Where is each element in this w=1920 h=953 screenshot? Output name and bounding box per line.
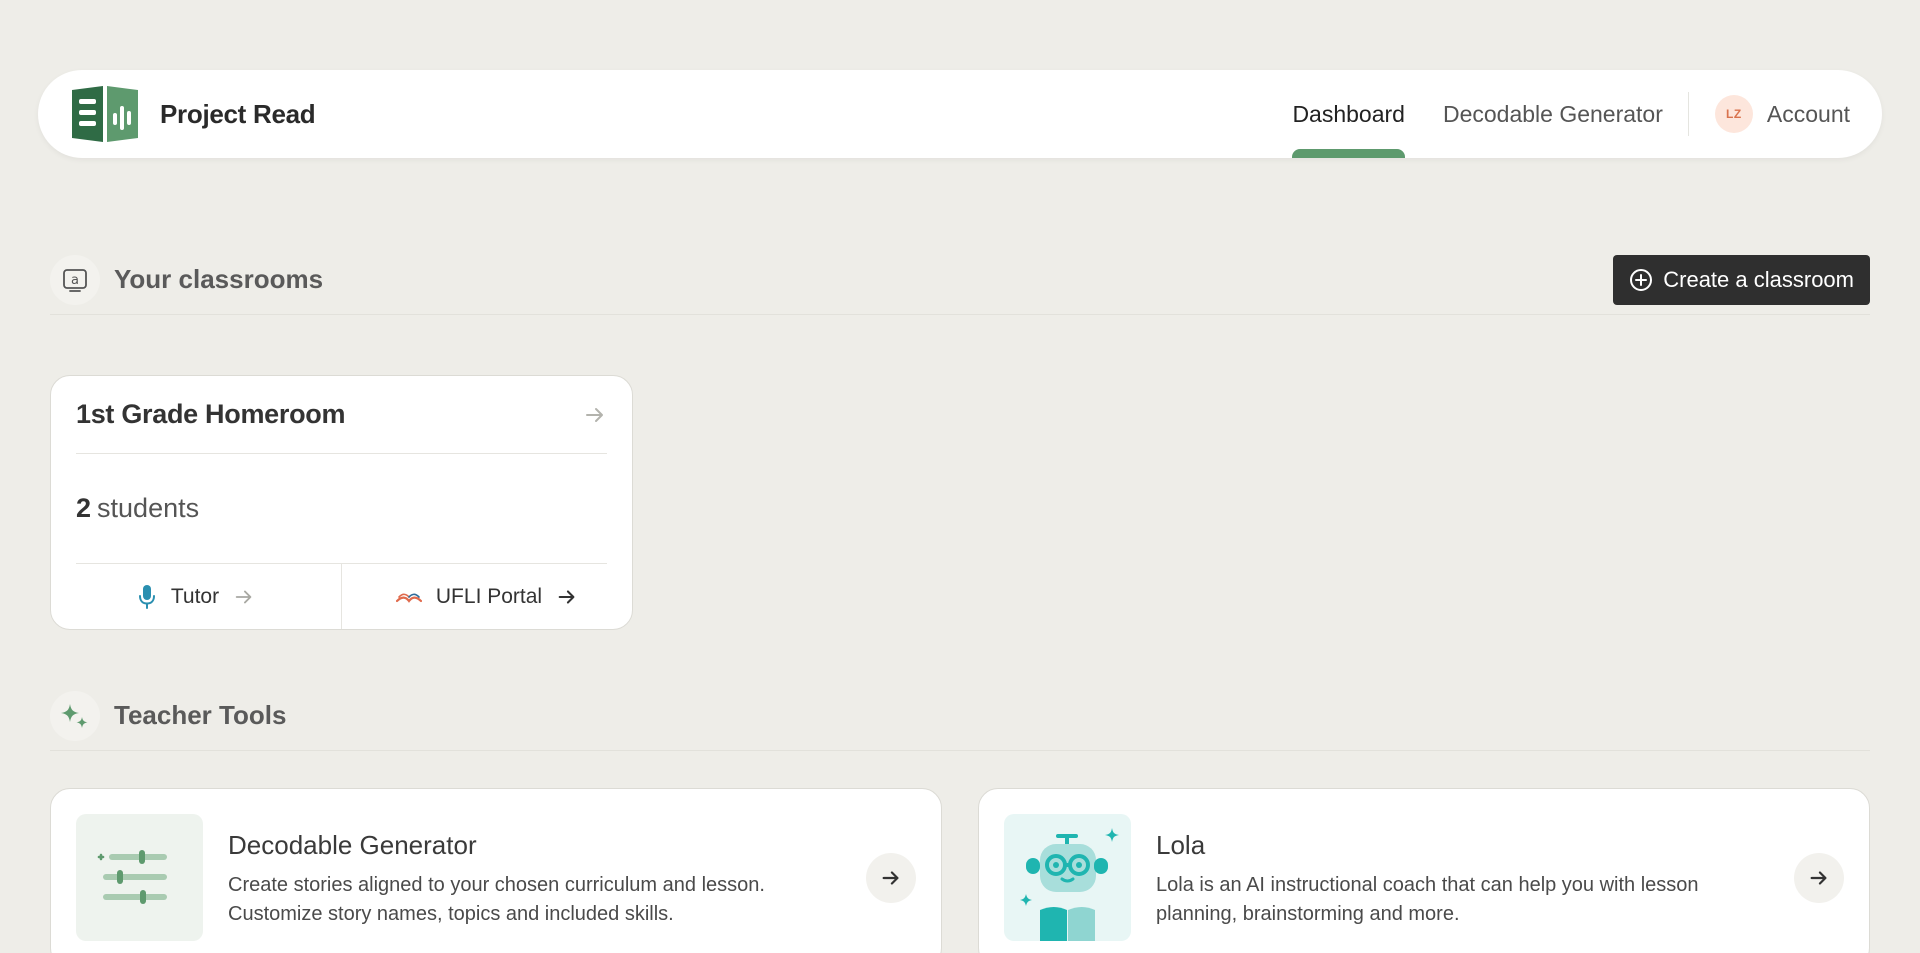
- student-count-number: 2: [76, 493, 92, 523]
- arrow-right-icon: [235, 590, 252, 604]
- robot-icon: [1004, 814, 1131, 941]
- tool-text: Decodable Generator Create stories align…: [228, 814, 788, 929]
- main-nav: Dashboard Decodable Generator LZ Account: [1273, 70, 1850, 158]
- classroom-name: 1st Grade Homeroom: [76, 399, 346, 429]
- ufli-portal-button[interactable]: UFLI Portal: [341, 564, 632, 629]
- sliders-icon: [76, 814, 203, 941]
- tool-card-lola[interactable]: Lola Lola is an AI instructional coach t…: [978, 788, 1870, 953]
- nav-divider: [1687, 92, 1689, 136]
- tool-title: Lola: [1156, 830, 1206, 860]
- section-title-classrooms: Your classrooms: [114, 264, 324, 294]
- classroom-icon: a: [50, 254, 100, 305]
- teacher-tools-section-header: Teacher Tools: [50, 681, 1870, 751]
- svg-text:a: a: [71, 273, 79, 288]
- tutor-label: Tutor: [170, 585, 220, 608]
- sparkles-icon: [50, 690, 100, 741]
- arrow-right-icon[interactable]: [1794, 853, 1844, 903]
- dashboard-page: Project Read Dashboard Decodable Generat…: [0, 0, 1920, 953]
- arrow-right-icon: [558, 590, 575, 604]
- brand[interactable]: Project Read: [70, 86, 316, 142]
- section-title-teacher-tools: Teacher Tools: [114, 700, 287, 730]
- tool-card-decodable-generator[interactable]: Decodable Generator Create stories align…: [50, 788, 942, 953]
- tutor-button[interactable]: Tutor: [51, 564, 341, 629]
- classrooms-section-header: a Your classrooms Create a classroom: [50, 245, 1870, 315]
- tool-title: Decodable Generator: [228, 830, 477, 860]
- microphone-icon: [138, 585, 155, 609]
- classroom-actions: Tutor UFLI Portal: [51, 564, 632, 629]
- classroom-card: 1st Grade Homeroom 2 students Tutor UFLI…: [50, 375, 633, 630]
- arrow-right-icon[interactable]: [866, 853, 916, 903]
- classroom-card-header[interactable]: 1st Grade Homeroom: [76, 376, 607, 454]
- project-read-logo-icon: [72, 86, 138, 142]
- top-navigation-bar: Project Read Dashboard Decodable Generat…: [38, 70, 1882, 158]
- tool-description: Create stories aligned to your chosen cu…: [228, 874, 765, 925]
- nav-dashboard[interactable]: Dashboard: [1273, 70, 1424, 158]
- account-label: Account: [1766, 100, 1850, 127]
- tool-text: Lola Lola is an AI instructional coach t…: [1156, 814, 1716, 929]
- student-count-label: students: [97, 493, 200, 523]
- ufli-portal-label: UFLI Portal: [435, 585, 543, 608]
- create-classroom-label: Create a classroom: [1663, 266, 1854, 292]
- tool-description: Lola is an AI instructional coach that c…: [1156, 874, 1699, 925]
- arrow-right-icon: [586, 407, 603, 422]
- brand-name: Project Read: [160, 98, 316, 129]
- student-count: 2 students: [76, 454, 607, 564]
- ufli-book-icon: [395, 593, 422, 603]
- plus-circle-icon: [1630, 268, 1653, 291]
- avatar: LZ: [1714, 95, 1753, 133]
- create-classroom-button[interactable]: Create a classroom: [1613, 254, 1870, 305]
- nav-decodable-generator[interactable]: Decodable Generator: [1424, 70, 1682, 158]
- account-menu[interactable]: LZ Account: [1695, 95, 1850, 133]
